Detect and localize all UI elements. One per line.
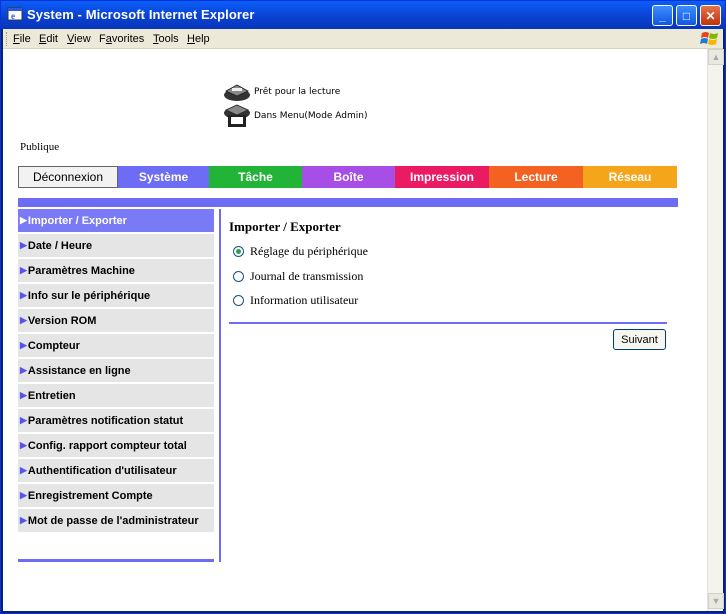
option-reglage-peripherique[interactable]: Réglage du périphérique [233,244,368,259]
scroll-down-icon[interactable]: ▼ [708,593,724,609]
triangle-right-icon: ▶ [20,515,27,525]
browser-window: e System - Microsoft Internet Explorer _… [0,0,726,614]
window-title: System - Microsoft Internet Explorer [27,7,255,22]
triangle-right-icon: ▶ [20,240,27,250]
page-title: Importer / Exporter [229,219,341,234]
toolbar-grip[interactable] [6,32,9,46]
sidebar-item-mot-de-passe[interactable]: ▶ Mot de passe de l'administrateur [18,509,214,534]
vertical-divider [219,209,221,562]
minimize-button[interactable]: _ [652,5,673,26]
vertical-scrollbar[interactable]: ▲ ▼ [707,49,724,611]
tab-boite[interactable]: Boîte [302,166,395,188]
access-mode-label: Publique [20,141,60,153]
category-tabs: Déconnexion Système Tâche Boîte Impressi… [18,166,682,188]
windows-logo-icon [700,32,718,45]
sidebar-item-notification-statut[interactable]: ▶ Paramètres notification statut [18,409,214,434]
menu-tools[interactable]: Tools [153,33,179,45]
sidebar-item-parametres-machine[interactable]: ▶ Paramètres Machine [18,259,214,284]
triangle-right-icon: ▶ [20,365,27,375]
menu-favorites[interactable]: Favorites [99,33,144,45]
sidebar-item-info-peripherique[interactable]: ▶ Info sur le périphérique [18,284,214,309]
sidebar-item-rapport-compteur[interactable]: ▶ Config. rapport compteur total [18,434,214,459]
status-menu-text: Dans Menu(Mode Admin) [254,111,368,121]
triangle-right-icon: ▶ [20,265,27,275]
printer-menu-icon [224,104,250,127]
ie-app-icon: e [7,7,23,21]
menu-view[interactable]: View [67,33,91,45]
tab-lecture[interactable]: Lecture [489,166,583,188]
menu-edit[interactable]: Edit [39,33,58,45]
menu-bar: File Edit View Favorites Tools Help [3,29,723,49]
tab-reseau[interactable]: Réseau [583,166,677,188]
triangle-right-icon: ▶ [20,315,27,325]
sidebar-item-authentification[interactable]: ▶ Authentification d'utilisateur [18,459,214,484]
maximize-button[interactable]: □ [676,5,697,26]
menu-help[interactable]: Help [187,33,210,45]
triangle-right-icon: ▶ [20,440,27,450]
option-journal-transmission[interactable]: Journal de transmission [233,269,363,284]
triangle-right-icon: ▶ [20,415,27,425]
triangle-right-icon: ▶ [20,290,27,300]
tab-impression[interactable]: Impression [395,166,489,188]
sidebar-item-enregistrement-compte[interactable]: ▶ Enregistrement Compte [18,484,214,509]
active-tab-bar [18,198,678,207]
status-ready-text: Prêt pour la lecture [254,87,341,97]
tab-tache[interactable]: Tâche [209,166,302,188]
sidebar-divider [18,559,214,562]
sidebar-item-entretien[interactable]: ▶ Entretien [18,384,214,409]
page-viewport: Prêt pour la lecture Dans Menu(Mode Admi… [3,49,707,611]
sidebar-item-importer-exporter[interactable]: ▶ Importer / Exporter [18,209,214,234]
radio-button[interactable] [233,295,244,306]
menu-file[interactable]: File [13,33,31,45]
triangle-right-icon: ▶ [20,340,27,350]
close-button[interactable]: ✕ [700,5,721,26]
triangle-right-icon: ▶ [20,490,27,500]
sidebar-item-date-heure[interactable]: ▶ Date / Heure [18,234,214,259]
triangle-right-icon: ▶ [20,390,27,400]
printer-ready-icon [224,84,250,101]
title-bar: e System - Microsoft Internet Explorer _… [1,1,725,29]
sidebar-item-compteur[interactable]: ▶ Compteur [18,334,214,359]
tab-systeme[interactable]: Système [118,166,209,188]
logout-button[interactable]: Déconnexion [18,166,118,188]
radio-button[interactable] [233,246,244,257]
sidebar-nav: ▶ Importer / Exporter ▶ Date / Heure ▶ Para… [18,209,214,534]
scroll-up-icon[interactable]: ▲ [708,49,724,65]
section-divider [229,322,667,324]
triangle-right-icon: ▶ [20,215,27,225]
sidebar-item-assistance[interactable]: ▶ Assistance en ligne [18,359,214,384]
radio-button[interactable] [233,271,244,282]
sidebar-item-version-rom[interactable]: ▶ Version ROM [18,309,214,334]
option-information-utilisateur[interactable]: Information utilisateur [233,293,358,308]
svg-text:e: e [11,11,15,21]
triangle-right-icon: ▶ [20,465,27,475]
next-button[interactable]: Suivant [613,329,666,350]
